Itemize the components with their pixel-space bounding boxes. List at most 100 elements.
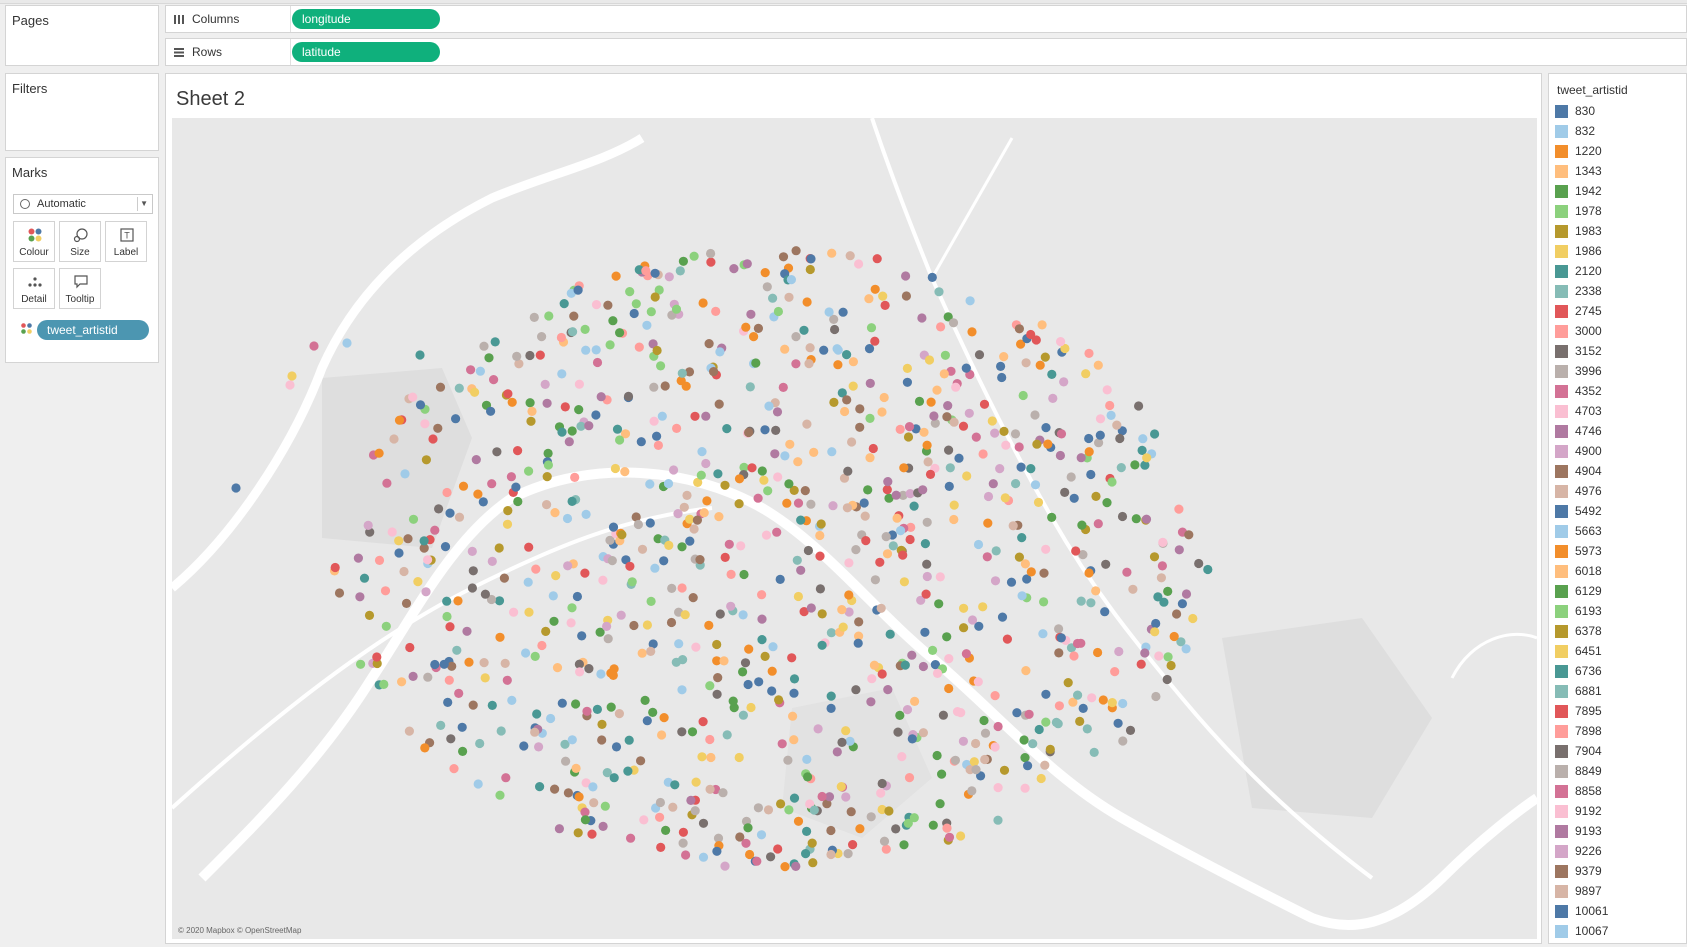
- data-point[interactable]: [559, 299, 569, 309]
- data-point[interactable]: [557, 698, 567, 708]
- data-point[interactable]: [756, 830, 767, 840]
- data-point[interactable]: [591, 345, 601, 355]
- data-point[interactable]: [650, 268, 660, 278]
- data-point[interactable]: [423, 672, 433, 682]
- data-point[interactable]: [479, 341, 489, 351]
- data-point[interactable]: [958, 421, 969, 431]
- data-point[interactable]: [1087, 693, 1097, 703]
- data-point[interactable]: [487, 700, 497, 711]
- data-point[interactable]: [1106, 410, 1116, 420]
- data-point[interactable]: [1117, 511, 1128, 522]
- data-point[interactable]: [611, 742, 622, 752]
- data-point[interactable]: [436, 720, 446, 731]
- data-point[interactable]: [1084, 348, 1094, 358]
- data-point[interactable]: [844, 590, 854, 600]
- data-point[interactable]: [686, 795, 696, 806]
- data-point[interactable]: [937, 769, 947, 779]
- data-point[interactable]: [900, 660, 910, 670]
- data-point[interactable]: [661, 825, 671, 836]
- data-point[interactable]: [1112, 420, 1122, 430]
- data-point[interactable]: [446, 734, 456, 744]
- data-point[interactable]: [496, 726, 506, 736]
- data-point[interactable]: [736, 541, 746, 551]
- data-point[interactable]: [636, 437, 646, 447]
- longitude-pill[interactable]: longitude: [292, 9, 440, 29]
- data-point[interactable]: [540, 379, 550, 389]
- data-point[interactable]: [394, 548, 404, 558]
- data-point[interactable]: [1073, 690, 1083, 700]
- data-point[interactable]: [1016, 462, 1026, 472]
- data-point[interactable]: [489, 375, 499, 385]
- data-point[interactable]: [467, 583, 477, 593]
- data-point[interactable]: [664, 540, 674, 550]
- tooltip-button[interactable]: Tooltip: [59, 268, 101, 309]
- data-point[interactable]: [705, 681, 715, 691]
- data-point[interactable]: [854, 259, 864, 269]
- data-point[interactable]: [532, 709, 542, 719]
- data-point[interactable]: [1033, 497, 1044, 507]
- data-point[interactable]: [740, 658, 751, 668]
- data-point[interactable]: [1028, 739, 1038, 749]
- data-point[interactable]: [832, 747, 842, 757]
- data-point[interactable]: [918, 485, 928, 495]
- data-point[interactable]: [581, 345, 591, 355]
- data-point[interactable]: [990, 742, 1000, 752]
- data-point[interactable]: [990, 576, 1001, 586]
- data-point[interactable]: [767, 666, 777, 676]
- data-point[interactable]: [401, 598, 412, 608]
- data-point[interactable]: [971, 432, 981, 442]
- data-point[interactable]: [287, 371, 297, 381]
- data-point[interactable]: [990, 691, 1000, 701]
- data-point[interactable]: [475, 366, 485, 376]
- data-point[interactable]: [888, 541, 898, 551]
- data-point[interactable]: [980, 754, 990, 765]
- data-point[interactable]: [530, 727, 540, 737]
- data-point[interactable]: [629, 620, 639, 631]
- data-point[interactable]: [1032, 439, 1042, 449]
- data-point[interactable]: [780, 344, 790, 354]
- data-point[interactable]: [353, 553, 363, 563]
- data-point[interactable]: [609, 773, 619, 783]
- data-point[interactable]: [674, 639, 684, 649]
- data-point[interactable]: [443, 697, 453, 708]
- data-point[interactable]: [884, 806, 894, 816]
- data-point[interactable]: [457, 722, 467, 732]
- data-point[interactable]: [904, 422, 915, 432]
- data-point[interactable]: [687, 727, 698, 737]
- data-point[interactable]: [880, 300, 890, 310]
- data-point[interactable]: [760, 425, 770, 435]
- data-point[interactable]: [944, 481, 954, 491]
- data-point[interactable]: [513, 496, 523, 507]
- data-point[interactable]: [1036, 773, 1046, 784]
- data-point[interactable]: [1054, 701, 1064, 711]
- data-point[interactable]: [749, 332, 759, 342]
- data-point[interactable]: [342, 338, 352, 348]
- data-point[interactable]: [902, 705, 913, 715]
- data-point[interactable]: [1039, 597, 1049, 607]
- data-point[interactable]: [845, 251, 855, 261]
- data-point[interactable]: [705, 784, 715, 794]
- data-point[interactable]: [1128, 584, 1138, 594]
- data-point[interactable]: [494, 596, 505, 606]
- data-point[interactable]: [793, 457, 803, 467]
- data-point[interactable]: [757, 466, 767, 476]
- data-point[interactable]: [611, 271, 621, 281]
- data-point[interactable]: [1056, 429, 1067, 439]
- data-point[interactable]: [1020, 783, 1030, 793]
- data-point[interactable]: [1034, 724, 1044, 735]
- data-point[interactable]: [869, 660, 880, 670]
- data-point[interactable]: [1084, 433, 1094, 444]
- data-point[interactable]: [928, 820, 938, 830]
- data-point[interactable]: [690, 806, 700, 816]
- data-point[interactable]: [940, 350, 951, 360]
- data-point[interactable]: [1093, 519, 1103, 529]
- data-point[interactable]: [502, 519, 513, 529]
- data-point[interactable]: [891, 824, 901, 834]
- data-point[interactable]: [442, 596, 452, 606]
- data-point[interactable]: [646, 596, 656, 606]
- data-point[interactable]: [860, 511, 870, 521]
- data-point[interactable]: [1091, 586, 1101, 596]
- data-point[interactable]: [688, 593, 698, 603]
- data-point[interactable]: [848, 357, 859, 367]
- data-point[interactable]: [1026, 567, 1036, 577]
